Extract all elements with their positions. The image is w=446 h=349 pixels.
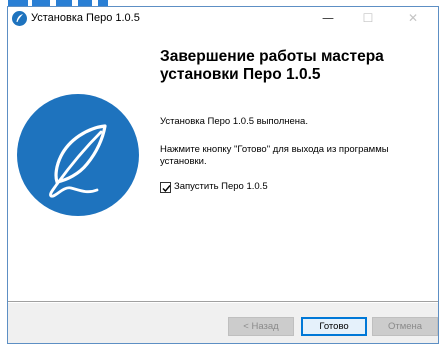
page-title: Завершение работы мастера установки Перо… — [160, 48, 384, 83]
wizard-body: Завершение работы мастера установки Перо… — [8, 31, 438, 301]
back-button[interactable]: < Назад — [228, 317, 294, 336]
title-bar[interactable]: Установка Перо 1.0.5 — ☐ ✕ — [8, 7, 438, 31]
status-text: Установка Перо 1.0.5 выполнена. — [160, 116, 308, 127]
footer-divider — [8, 301, 438, 303]
finish-button[interactable]: Готово — [301, 317, 367, 336]
launch-checkbox-label[interactable]: Запустить Перо 1.0.5 — [174, 181, 268, 192]
feather-logo-icon — [17, 94, 139, 216]
feather-icon — [12, 11, 27, 26]
checkmark-icon — [162, 185, 171, 193]
window-title: Установка Перо 1.0.5 — [31, 12, 140, 24]
cancel-button[interactable]: Отмена — [372, 317, 438, 336]
installer-window: Установка Перо 1.0.5 — ☐ ✕ Завершение ра… — [7, 6, 439, 344]
hint-text: Нажмите кнопку "Готово" для выхода из пр… — [160, 144, 389, 167]
maximize-button[interactable]: ☐ — [348, 7, 388, 31]
minimize-button[interactable]: — — [308, 7, 348, 31]
screen: Установка Перо 1.0.5 — ☐ ✕ Завершение ра… — [0, 0, 446, 349]
close-button[interactable]: ✕ — [393, 7, 433, 31]
launch-checkbox[interactable] — [160, 182, 171, 193]
side-panel — [8, 31, 147, 301]
